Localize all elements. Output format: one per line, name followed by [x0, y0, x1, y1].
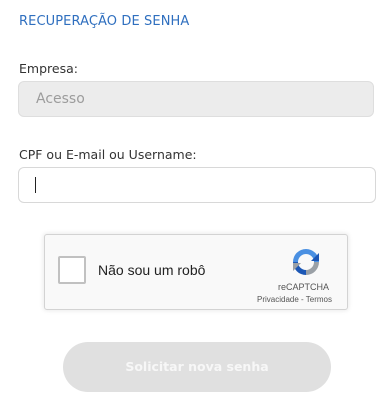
empresa-label: Empresa: — [19, 61, 78, 76]
recaptcha-terms-link[interactable]: Termos — [306, 295, 332, 304]
recaptcha-privacy-link[interactable]: Privacidade — [257, 295, 299, 304]
empresa-value: Acesso — [36, 91, 85, 107]
recaptcha-label: Não sou um robô — [98, 262, 206, 278]
recaptcha-brand: reCAPTCHA — [278, 282, 330, 292]
recaptcha-links: Privacidade - Termos — [257, 295, 332, 304]
identifier-label: CPF ou E-mail ou Username: — [19, 147, 197, 162]
submit-button[interactable]: Solicitar nova senha — [63, 342, 331, 392]
page-title: RECUPERAÇÃO DE SENHA — [19, 14, 190, 29]
recaptcha-widget: Não sou um robô reCAPTCHA Privacidade - … — [44, 234, 348, 310]
recaptcha-link-separator: - — [298, 295, 306, 304]
identifier-input[interactable] — [18, 167, 376, 203]
empresa-field: Acesso — [18, 81, 374, 117]
text-caret — [35, 177, 36, 193]
recaptcha-checkbox[interactable] — [58, 256, 86, 284]
recaptcha-logo-icon — [293, 249, 319, 275]
